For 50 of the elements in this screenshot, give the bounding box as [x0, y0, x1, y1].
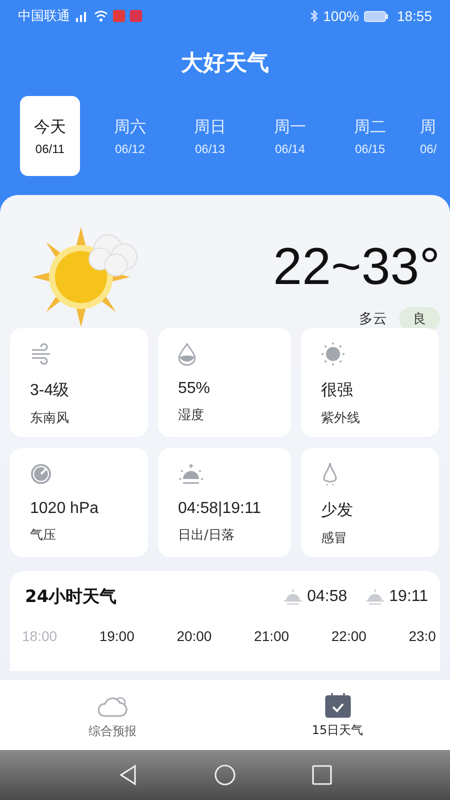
calendar-check-icon: [324, 692, 350, 718]
detail-label: 感冒: [321, 530, 347, 547]
detail-value: 3-4级: [30, 381, 70, 401]
sunrise-icon: [178, 462, 204, 486]
detail-value: 少发: [321, 500, 353, 521]
sunset-icon: [365, 588, 386, 606]
detail-value: 很强: [321, 381, 353, 401]
water-drop-icon: [178, 342, 196, 366]
home-icon[interactable]: [214, 764, 236, 786]
sunrise-icon: [283, 588, 304, 606]
sun-icon: [321, 342, 345, 366]
hour-label: 19:00: [99, 628, 134, 644]
wifi-icon: [94, 10, 108, 22]
signal-icon: [75, 10, 89, 22]
day-tab[interactable]: 今天 06/11: [20, 96, 80, 176]
hour-label: 18:00: [22, 628, 58, 644]
detail-value: 55%: [178, 380, 210, 398]
gauge-icon: [30, 462, 52, 486]
hour-label: 23:0: [408, 628, 436, 644]
carrier-name: 中国联通: [18, 8, 70, 25]
sunrise-time: 04:58: [307, 588, 348, 606]
bottom-tab[interactable]: 综合预报: [0, 680, 225, 750]
detail-value: 04:58|19:11: [178, 500, 262, 518]
detail-value: 1020 hPa: [30, 500, 99, 518]
battery-percent: 100%: [323, 8, 359, 24]
detail-label: 东南风: [30, 410, 69, 427]
bottom-tab[interactable]: 15日天气: [225, 680, 450, 750]
day-tab[interactable]: 周 06/: [420, 96, 440, 176]
day-tab[interactable]: 周六 06/12: [100, 96, 160, 176]
detail-label: 日出/日落: [178, 527, 234, 544]
hour-label: 20:00: [176, 628, 212, 644]
detail-label: 紫外线: [321, 410, 360, 427]
hour-label: 21:00: [254, 628, 290, 644]
hour-label: 22:00: [331, 628, 366, 644]
day-tab[interactable]: 周日 06/13: [180, 96, 240, 176]
detail-label: 湿度: [178, 407, 204, 424]
bluetooth-icon: [310, 10, 318, 22]
air-quality-badge: 良: [399, 307, 440, 331]
day-tab[interactable]: 周一 06/14: [260, 96, 320, 176]
sunset-time: 19:11: [389, 588, 428, 606]
weather-condition: 多云: [359, 310, 387, 328]
clock-time: 18:55: [396, 8, 432, 24]
day-tab[interactable]: 周二 06/15: [340, 96, 400, 176]
recent-apps-icon[interactable]: [312, 765, 332, 785]
battery-icon: [364, 10, 388, 22]
back-icon[interactable]: [118, 764, 138, 786]
app-title: 大好天气: [180, 50, 270, 78]
section-title: 24小时天气: [25, 586, 117, 608]
detail-label: 气压: [30, 527, 56, 544]
temperature-range: 22~33°: [273, 237, 440, 297]
